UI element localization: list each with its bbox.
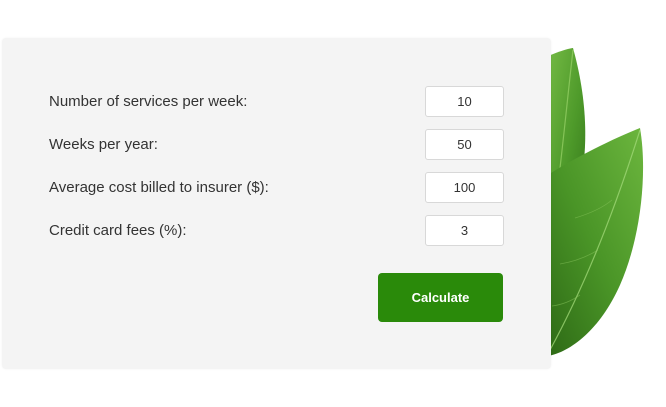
weeks-per-year-input[interactable] bbox=[425, 129, 504, 160]
calculate-button[interactable]: Calculate bbox=[378, 273, 503, 322]
credit-card-fees-label: Credit card fees (%): bbox=[49, 222, 187, 239]
services-per-week-row: Number of services per week: bbox=[49, 86, 504, 119]
average-cost-label: Average cost billed to insurer ($): bbox=[49, 179, 269, 196]
weeks-per-year-row: Weeks per year: bbox=[49, 129, 504, 162]
credit-card-fees-input[interactable] bbox=[425, 215, 504, 246]
services-per-week-input[interactable] bbox=[425, 86, 504, 117]
average-cost-input[interactable] bbox=[425, 172, 504, 203]
services-per-week-label: Number of services per week: bbox=[49, 93, 248, 110]
weeks-per-year-label: Weeks per year: bbox=[49, 136, 158, 153]
credit-card-fees-row: Credit card fees (%): bbox=[49, 215, 504, 248]
average-cost-row: Average cost billed to insurer ($): bbox=[49, 172, 504, 205]
calculator-stage: Number of services per week: Weeks per y… bbox=[0, 0, 666, 407]
calculator-panel: Number of services per week: Weeks per y… bbox=[2, 38, 551, 369]
